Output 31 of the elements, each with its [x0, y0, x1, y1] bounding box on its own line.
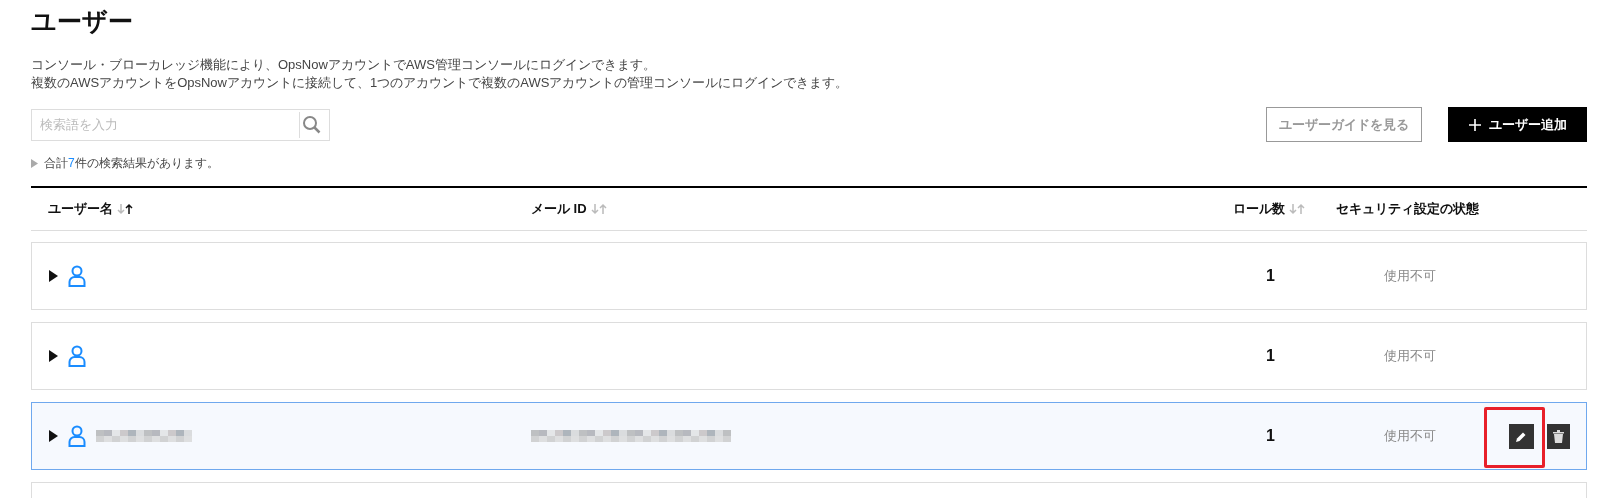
user-row[interactable]: 1 使用不可 — [31, 242, 1587, 310]
edit-button[interactable] — [1509, 423, 1534, 449]
security-status: 使用不可 — [1384, 347, 1436, 366]
role-count: 1 — [1266, 267, 1275, 284]
user-icon — [68, 265, 86, 287]
user-row[interactable]: 1 使用不可 — [31, 402, 1587, 470]
security-status: 使用不可 — [1384, 427, 1436, 446]
column-header: メール ID — [531, 200, 587, 219]
description-text: コンソール・ブローカレッジ機能により、OpsNowアカウントでAWS管理コンソールにログインできます。 — [31, 56, 657, 74]
trash-icon — [1553, 429, 1564, 443]
triangle-icon — [31, 158, 38, 168]
user-icon — [68, 425, 86, 447]
sort-arrows-icon[interactable] — [117, 203, 133, 215]
role-count: 1 — [1266, 427, 1275, 444]
result-summary: 合計7件の検索結果があります。 — [44, 155, 219, 172]
caret-right-icon[interactable] — [48, 430, 58, 442]
role-count: 1 — [1266, 347, 1275, 364]
plus-icon — [1468, 118, 1481, 131]
column-header: ロール数 — [1233, 200, 1285, 219]
user-row[interactable]: 1 使用不可 — [31, 322, 1587, 390]
user-icon — [68, 345, 86, 367]
caret-right-icon[interactable] — [48, 350, 58, 362]
description-text: 複数のAWSアカウントをOpsNowアカウントに接続して、1つのアカウントで複数のAWSアカウントの管理コンソールにログインできます。 — [31, 74, 850, 92]
add-user-button[interactable]: ユーザー追加 — [1448, 107, 1587, 142]
column-header: セキュリティ設定の状態 — [1336, 200, 1479, 219]
column-header: ユーザー名 — [48, 200, 113, 219]
page-title: ユーザー — [31, 6, 134, 36]
pencil-icon — [1516, 430, 1527, 442]
caret-right-icon[interactable] — [48, 270, 58, 282]
delete-button[interactable] — [1547, 423, 1570, 449]
security-status: 使用不可 — [1384, 267, 1436, 286]
